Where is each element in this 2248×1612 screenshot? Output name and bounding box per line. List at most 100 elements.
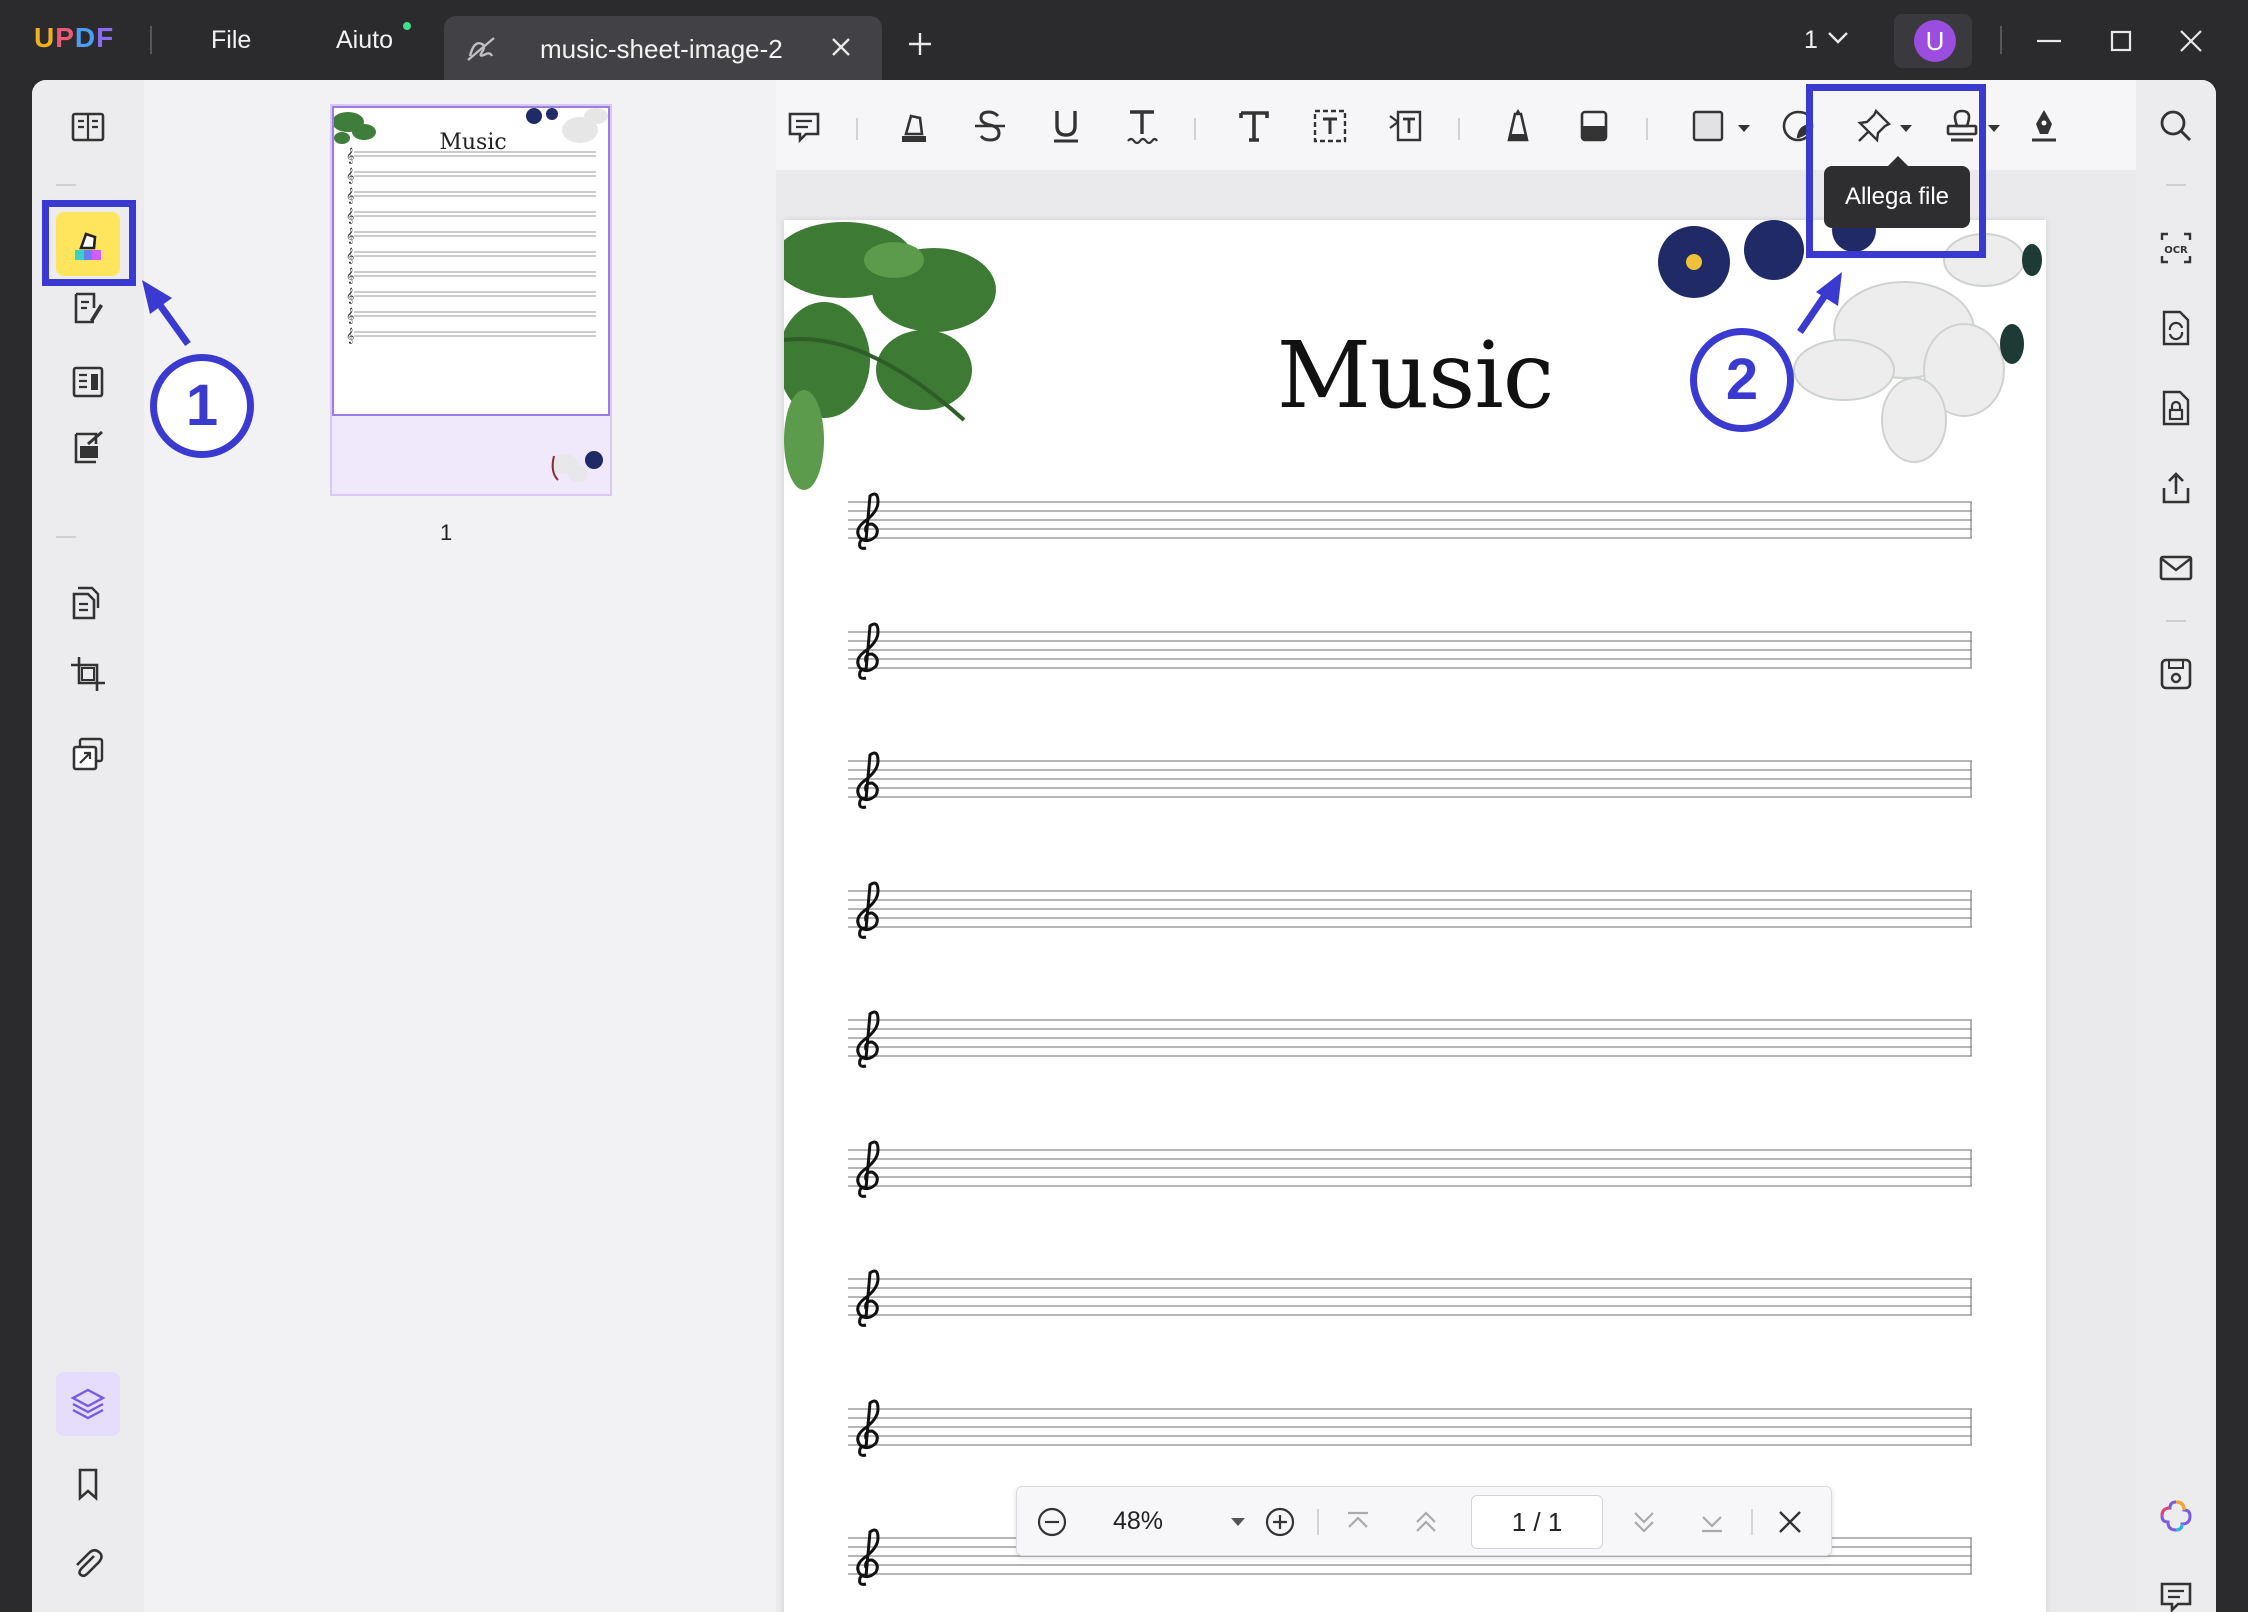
title-separator [150,26,152,54]
protect-icon[interactable] [2144,376,2208,440]
ocr-icon[interactable]: OCR [2144,216,2208,280]
right-rail: OCR [2136,80,2216,1612]
music-staff [848,751,1972,811]
thumbnail-selection: 𝄞 𝄞 𝄞 𝄞 𝄞 𝄞 𝄞 𝄞 𝄞 𝄞 Music [332,106,610,416]
crop-icon[interactable] [56,642,120,706]
toolbar-separator [856,118,858,140]
sticky-note-icon[interactable] [776,98,832,154]
attachment-icon[interactable] [56,1532,120,1596]
reader-icon[interactable] [56,96,120,160]
stamp-dropdown-icon[interactable] [1988,125,2000,132]
svg-text:𝄞: 𝄞 [346,228,354,244]
bookmark-icon[interactable] [56,1452,120,1516]
step-1-badge: 1 [150,354,254,458]
window-count[interactable]: 1 [1804,26,1818,55]
nav-separator [1317,1509,1319,1535]
left-rail [32,80,144,1612]
menu-file[interactable]: File [211,26,251,55]
thumbnail-page-number: 1 [440,520,453,545]
zoom-level[interactable]: 48% [1113,1507,1163,1536]
close-nav-icon[interactable] [1771,1503,1809,1541]
zoom-in-icon[interactable] [1261,1503,1299,1541]
text-box-icon[interactable] [1302,98,1358,154]
app-logo: UPDF [34,22,115,53]
compress-icon[interactable] [56,722,120,786]
page-thumbnail[interactable]: 𝄞 𝄞 𝄞 𝄞 𝄞 𝄞 𝄞 𝄞 𝄞 𝄞 Music [330,104,612,496]
maximize-icon[interactable] [2106,26,2136,56]
underline-icon[interactable] [1038,98,1094,154]
shape-icon[interactable] [1680,98,1736,154]
fill-sign-icon[interactable] [56,416,120,480]
eraser-icon[interactable] [1566,98,1622,154]
document-tab[interactable]: music-sheet-image-2 [444,16,882,80]
nav-separator [1751,1509,1753,1535]
shape-dropdown-icon[interactable] [1738,125,1750,132]
svg-text:𝄞: 𝄞 [346,268,354,284]
ai-icon[interactable] [2144,1484,2208,1548]
new-tab-icon[interactable] [906,30,934,58]
thumbnail-panel: 𝄞 𝄞 𝄞 𝄞 𝄞 𝄞 𝄞 𝄞 𝄞 𝄞 Music 1 [144,80,776,1612]
strikethrough-icon[interactable] [962,98,1018,154]
text-icon[interactable] [1226,98,1282,154]
thumbnail-title: Music [439,130,507,155]
rail-separator [56,536,76,538]
avatar[interactable]: U [1914,20,1956,62]
step-2-badge: 2 [1690,328,1794,432]
toolbar-separator [1194,118,1196,140]
app-frame: 𝄞 𝄞 𝄞 𝄞 𝄞 𝄞 𝄞 𝄞 𝄞 𝄞 Music 1 OCR Music 48… [32,80,2216,1612]
page-number-input[interactable]: 1 / 1 [1471,1495,1603,1549]
squiggly-icon[interactable] [1114,98,1170,154]
zoom-dropdown-icon[interactable] [1219,1503,1257,1541]
convert-icon[interactable] [2144,296,2208,360]
first-page-icon[interactable] [1339,1503,1377,1541]
music-staff [848,881,1972,941]
toolbar-separator [1646,118,1648,140]
music-staff [848,1140,1972,1200]
share-icon[interactable] [2144,456,2208,520]
last-page-icon[interactable] [1693,1503,1731,1541]
zoom-out-icon[interactable] [1033,1503,1071,1541]
svg-text:𝄞: 𝄞 [346,188,354,204]
menu-help[interactable]: Aiuto [336,26,393,55]
title-bar: UPDF File Aiuto music-sheet-image-2 1 U [0,0,2248,80]
svg-text:𝄞: 𝄞 [346,208,354,224]
music-staff [848,1269,1972,1329]
music-staff [848,1010,1972,1070]
save-icon[interactable] [2144,642,2208,706]
form-icon[interactable] [56,350,120,414]
email-icon[interactable] [2144,536,2208,600]
toolbar-separator [1458,118,1460,140]
chevron-down-icon[interactable] [1826,30,1850,46]
rail-separator [2166,184,2186,186]
page-title: Music [1276,322,1555,429]
svg-text:𝄞: 𝄞 [346,288,354,304]
rail-separator [2166,620,2186,622]
step1-highlight-box [42,200,136,286]
svg-text:𝄞: 𝄞 [346,248,354,264]
music-staff [848,492,1972,552]
chat-icon[interactable] [2144,1564,2208,1612]
music-staff [848,622,1972,682]
document-tab-icon [464,34,498,64]
document-tab-title: music-sheet-image-2 [540,34,783,64]
organize-pages-icon[interactable] [56,570,120,634]
step2-highlight-box [1806,84,1986,258]
pdf-page: Music [784,220,2046,1612]
svg-text:𝄞: 𝄞 [346,168,354,184]
previous-page-icon[interactable] [1407,1503,1445,1541]
music-staff [848,1399,1972,1459]
rail-separator [56,184,76,186]
close-tab-icon[interactable] [828,34,854,60]
pencil-icon[interactable] [1490,98,1546,154]
text-callout-icon[interactable] [1378,98,1434,154]
close-window-icon[interactable] [2176,26,2206,56]
next-page-icon[interactable] [1625,1503,1663,1541]
highlight-icon[interactable] [886,98,942,154]
minimize-icon[interactable] [2034,26,2064,56]
page-nav-bar: 48% 1 / 1 [1016,1486,1832,1556]
signature-icon[interactable] [2016,98,2072,154]
search-icon[interactable] [2144,94,2208,158]
svg-text:𝄞: 𝄞 [346,328,354,344]
layers-icon[interactable] [56,1372,120,1436]
title-separator [2000,26,2002,54]
